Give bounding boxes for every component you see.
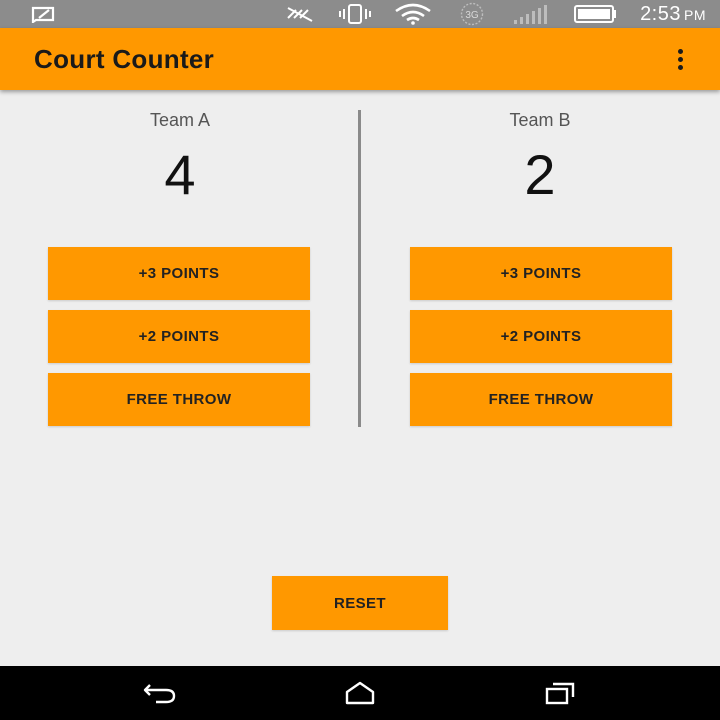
navigation-bar xyxy=(0,666,720,720)
menu-dot xyxy=(677,64,683,70)
team-a-panel: Team A 4 +3 POINTS +2 POINTS FREE THROW xyxy=(0,90,360,430)
team-b-three-points-button[interactable]: +3 POINTS xyxy=(410,247,672,300)
status-time-ampm: PM xyxy=(684,6,706,23)
team-a-free-throw-button[interactable]: FREE THROW xyxy=(48,373,310,426)
status-time: 2:53 PM xyxy=(640,3,706,26)
network-type-text: 3G xyxy=(465,10,479,21)
status-bar: 3G 2:53 PM xyxy=(0,0,720,28)
team-a-two-points-button[interactable]: +2 POINTS xyxy=(48,310,310,363)
message-icon xyxy=(30,5,56,23)
team-b-free-throw-button[interactable]: FREE THROW xyxy=(410,373,672,426)
wifi-icon xyxy=(394,3,432,25)
signal-icon xyxy=(512,3,550,25)
overflow-menu-icon[interactable] xyxy=(668,39,692,79)
team-b-name: Team B xyxy=(509,110,571,130)
battery-icon xyxy=(572,4,618,24)
status-time-value: 2:53 xyxy=(640,2,681,25)
app-title: Court Counter xyxy=(34,43,215,74)
vibrate-icon xyxy=(338,3,372,25)
app-bar: Court Counter xyxy=(0,28,720,90)
team-a-name: Team A xyxy=(149,110,211,130)
back-icon[interactable] xyxy=(120,666,200,720)
team-b-score: 2 xyxy=(524,143,556,206)
network-3g-icon: 3G xyxy=(454,2,490,26)
team-a-three-points-button[interactable]: +3 POINTS xyxy=(48,247,310,300)
reset-button[interactable]: RESET xyxy=(272,576,448,630)
menu-dot xyxy=(677,48,683,54)
team-a-score: 4 xyxy=(164,143,196,206)
data-sync-off-icon xyxy=(284,4,316,24)
team-b-two-points-button[interactable]: +2 POINTS xyxy=(410,310,672,363)
recents-icon[interactable] xyxy=(520,666,600,720)
menu-dot xyxy=(677,56,683,62)
team-b-panel: Team B 2 +3 POINTS +2 POINTS FREE THROW xyxy=(360,90,720,430)
home-icon[interactable] xyxy=(320,666,400,720)
